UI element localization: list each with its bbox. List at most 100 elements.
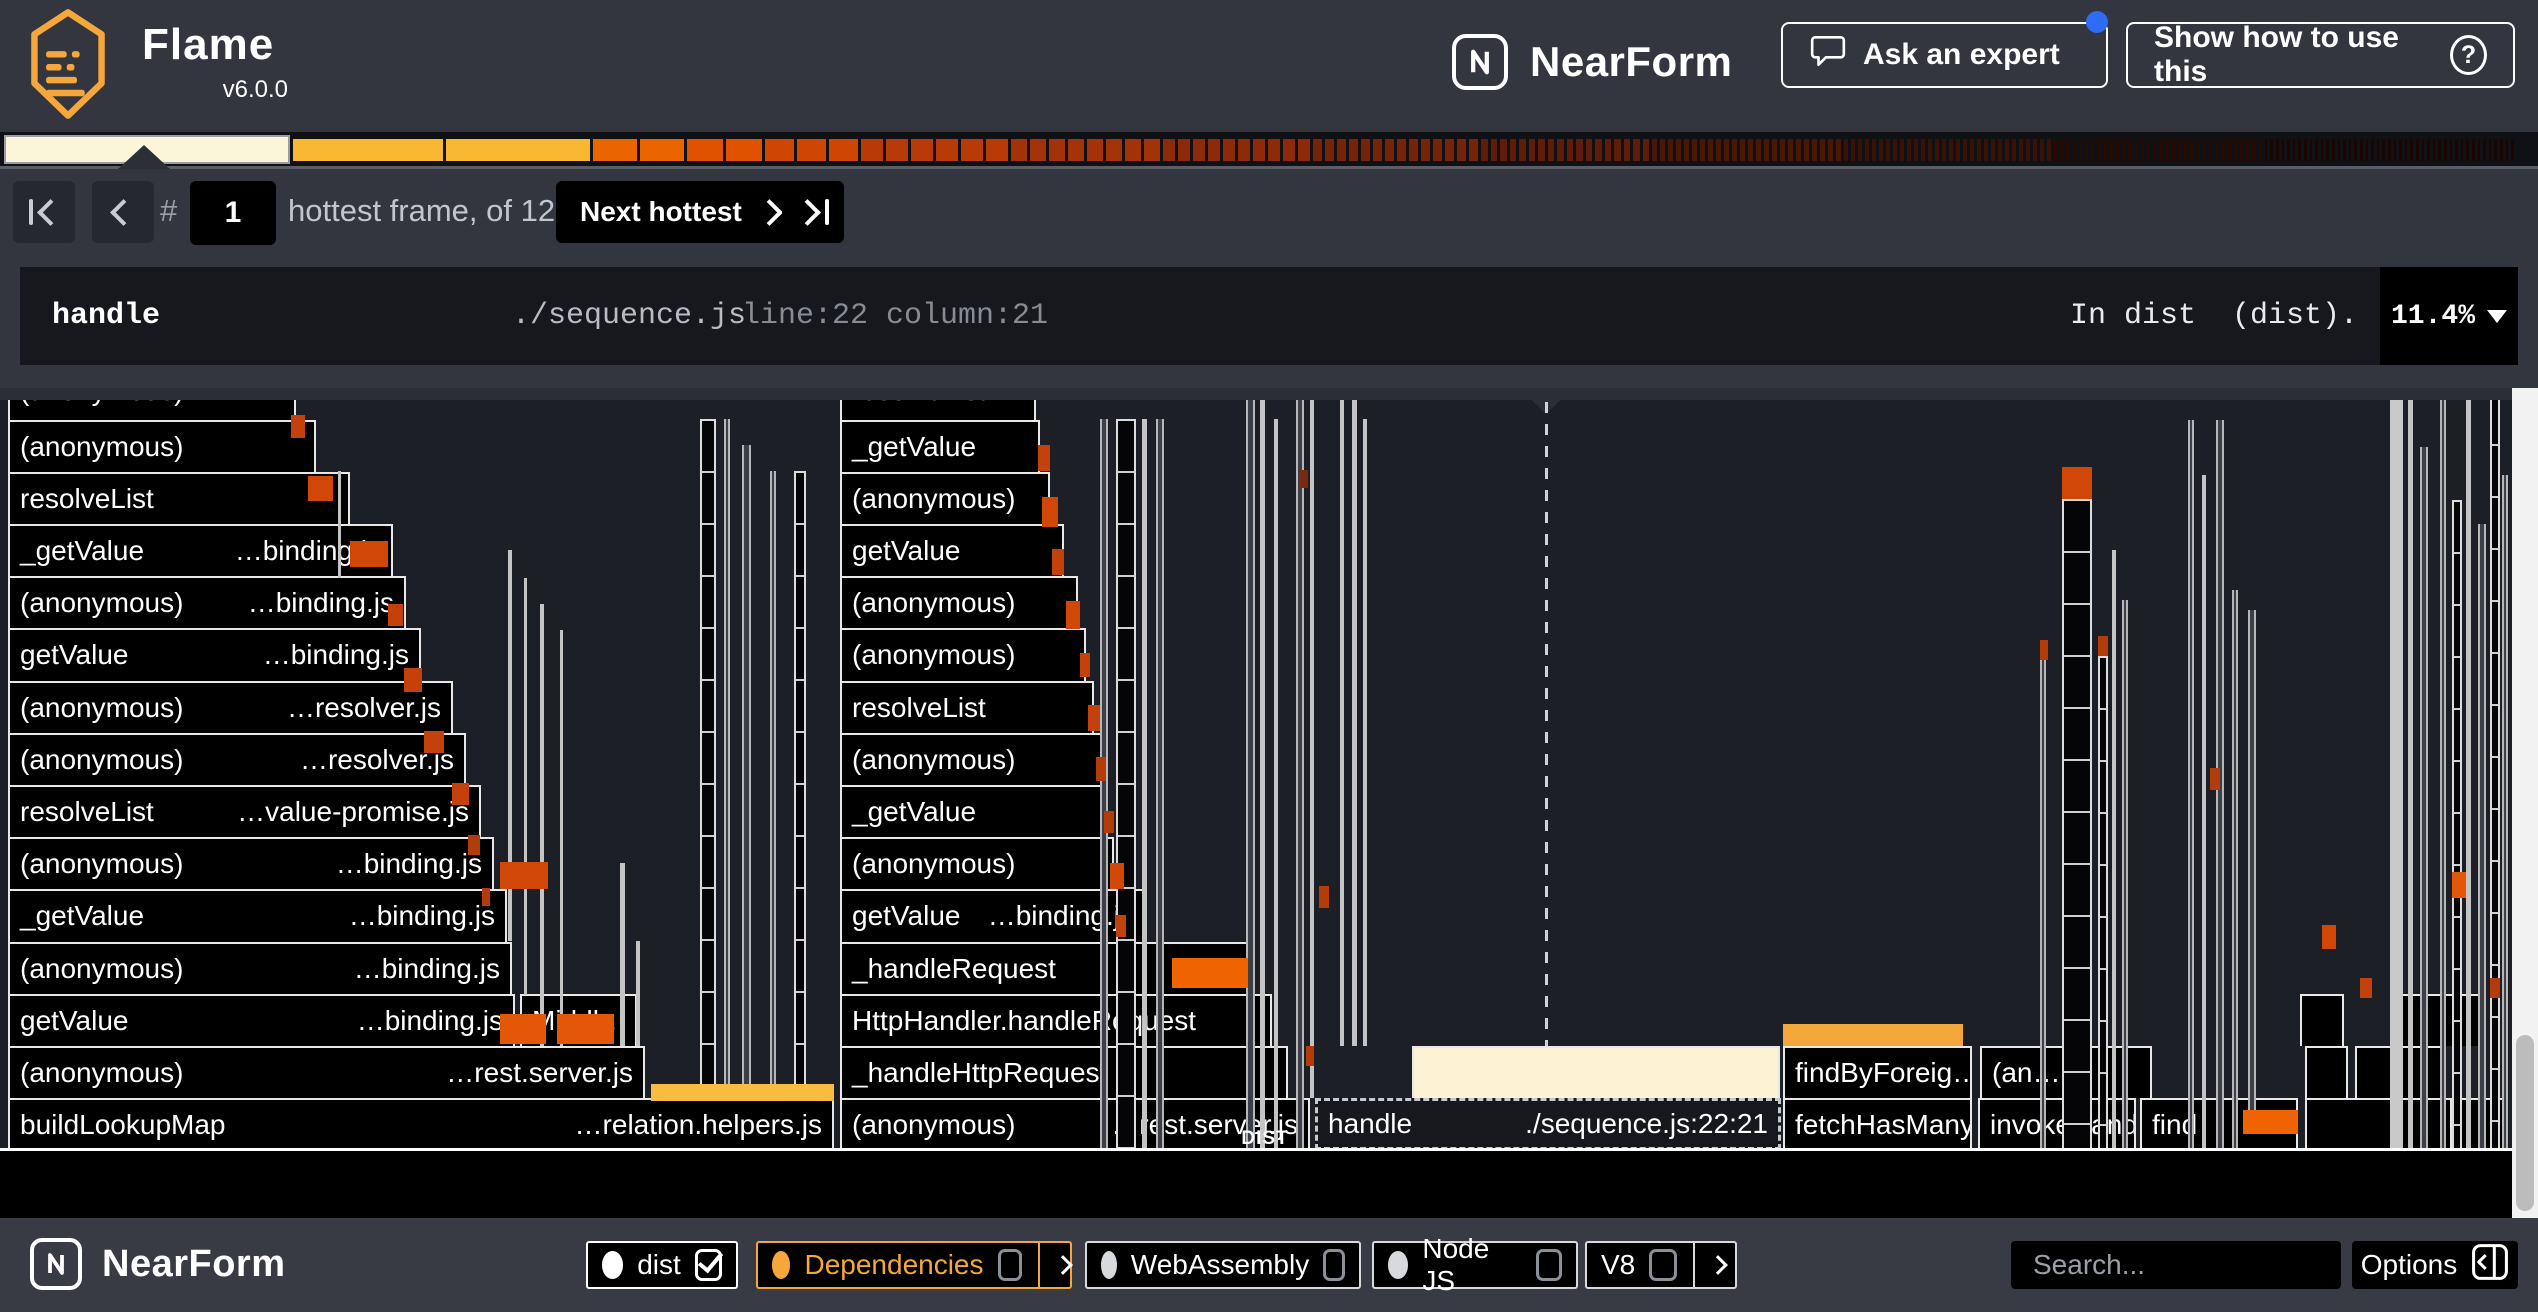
minimap-segment[interactable]	[2444, 139, 2447, 161]
minimap-segment[interactable]	[2506, 139, 2509, 161]
filter-v8[interactable]: V8	[1585, 1241, 1737, 1289]
flame-tower[interactable]	[540, 604, 544, 1046]
minimap-segment[interactable]	[1510, 139, 1517, 161]
minimap-segment[interactable]	[1030, 139, 1046, 161]
minimap-segment[interactable]	[1772, 139, 1777, 161]
flame-frame[interactable]	[1412, 1046, 1780, 1098]
minimap-segment[interactable]	[1668, 139, 1673, 161]
first-frame-button[interactable]	[13, 181, 75, 243]
minimap-segment[interactable]	[1684, 139, 1689, 161]
minimap-segment[interactable]	[2494, 139, 2497, 161]
flame-tower[interactable]	[2202, 475, 2206, 1150]
minimap-segment[interactable]	[1643, 139, 1650, 161]
flame-tower[interactable]	[1246, 393, 1255, 1150]
minimap-segment[interactable]	[2466, 139, 2469, 161]
show-how-button[interactable]: Show how to use this ?	[2126, 22, 2515, 88]
minimap-segment[interactable]	[1879, 139, 1883, 161]
minimap-segment[interactable]	[2377, 139, 2380, 161]
flame-tower[interactable]	[2390, 392, 2403, 1150]
flame-frame[interactable]: (anonymous)	[840, 837, 1114, 889]
minimap-segment[interactable]	[1836, 139, 1841, 161]
flame-tower[interactable]	[2420, 447, 2428, 1150]
flame-tower[interactable]	[1274, 419, 1278, 1150]
flame-tower[interactable]	[1260, 393, 1265, 1150]
minimap-segment[interactable]	[1851, 139, 1855, 161]
minimap-segment[interactable]	[2282, 139, 2285, 161]
nodejs-checkbox[interactable]	[1536, 1249, 1562, 1281]
minimap-segment[interactable]	[1298, 139, 1310, 161]
flame-frame[interactable]	[2305, 1046, 2348, 1098]
minimap-segment[interactable]	[2234, 139, 2237, 161]
minimap-segment[interactable]	[1385, 139, 1394, 161]
minimap-segment[interactable]	[2012, 139, 2016, 161]
minimap-segment[interactable]	[1900, 139, 1904, 161]
minimap-segment[interactable]	[2450, 139, 2453, 161]
flame-frame[interactable]: _handleHttpRequest	[840, 1046, 1288, 1098]
flame-tower[interactable]	[338, 471, 341, 578]
minimap-segment[interactable]	[1886, 139, 1890, 161]
flame-frame[interactable]: findByForeig…	[1783, 1046, 1972, 1098]
minimap-segment[interactable]	[1469, 139, 1478, 161]
flame-tower[interactable]	[524, 578, 527, 995]
minimap-segment[interactable]	[2388, 139, 2391, 161]
flame-tower[interactable]	[2232, 590, 2238, 1150]
minimap-segment[interactable]	[2349, 139, 2352, 161]
flame-tower[interactable]	[1116, 419, 1136, 1150]
minimap-segment[interactable]	[1433, 139, 1442, 161]
flame-tower[interactable]	[2452, 500, 2462, 1150]
minimap-segment[interactable]	[2422, 139, 2425, 161]
minimap-segment[interactable]	[1325, 139, 1334, 161]
dependencies-checkbox[interactable]	[998, 1249, 1022, 1281]
webassembly-checkbox[interactable]	[1323, 1249, 1345, 1281]
minimap-segment[interactable]	[2047, 139, 2051, 161]
heat-minimap[interactable]	[0, 132, 2538, 169]
minimap-segment[interactable]	[1865, 139, 1869, 161]
minimap-segment[interactable]	[2405, 139, 2408, 161]
minimap-segment[interactable]	[2287, 139, 2290, 161]
minimap-segment[interactable]	[2190, 139, 2193, 161]
minimap-segment[interactable]	[2500, 139, 2503, 161]
minimap-segment[interactable]	[1087, 139, 1103, 161]
flame-tower[interactable]	[700, 419, 716, 1090]
minimap-segment[interactable]	[2104, 139, 2107, 161]
minimap-segment[interactable]	[2178, 139, 2181, 161]
flame-tower[interactable]	[770, 471, 776, 1090]
minimap-segment[interactable]	[886, 139, 908, 161]
flame-tower[interactable]	[1340, 393, 1344, 1046]
flame-frame[interactable]: resolveList	[8, 472, 350, 524]
flame-frame[interactable]: getValue…binding.js	[8, 628, 421, 680]
flame-frame[interactable]: (anonymous)	[840, 733, 1102, 785]
minimap-segment[interactable]	[2153, 139, 2156, 161]
options-button[interactable]: Options	[2352, 1241, 2518, 1289]
frame-number-input[interactable]	[190, 181, 276, 245]
flame-tower[interactable]	[1142, 419, 1147, 1150]
minimap-segment[interactable]	[1283, 139, 1295, 161]
minimap-segment[interactable]	[2354, 139, 2357, 161]
minimap-segment[interactable]	[2040, 139, 2044, 161]
flame-frame[interactable]: (anonymous)	[840, 472, 1050, 524]
minimap-segment[interactable]	[2066, 139, 2069, 161]
minimap-segment[interactable]	[1660, 139, 1665, 161]
minimap-segment[interactable]	[687, 139, 723, 161]
flame-frame[interactable]: resolveList	[840, 681, 1094, 733]
minimap-segment[interactable]	[2005, 139, 2009, 161]
minimap-segment[interactable]	[2326, 139, 2329, 161]
minimap-segment[interactable]	[1928, 139, 1932, 161]
flame-frame[interactable]: _getValue…binding.js	[8, 524, 393, 576]
flame-frame[interactable]: (anonymous)…binding.js	[8, 837, 494, 889]
minimap-segment[interactable]	[1780, 139, 1785, 161]
flame-frame[interactable]: fetchHasMany…	[1783, 1098, 1972, 1150]
minimap-segment[interactable]	[861, 139, 883, 161]
minimap-segment[interactable]	[1595, 139, 1602, 161]
minimap-segment[interactable]	[2221, 139, 2224, 161]
minimap-segment[interactable]	[2116, 139, 2119, 161]
flame-tower[interactable]	[2122, 600, 2128, 1150]
minimap-segment[interactable]	[1935, 139, 1939, 161]
previous-frame-button[interactable]	[92, 181, 154, 243]
minimap-segment[interactable]	[2246, 139, 2249, 161]
minimap-segment[interactable]	[1652, 139, 1657, 161]
minimap-segment[interactable]	[2360, 139, 2363, 161]
minimap-segment[interactable]	[2416, 139, 2419, 161]
minimap-segment[interactable]	[2054, 139, 2057, 161]
minimap-segment[interactable]	[1567, 139, 1574, 161]
